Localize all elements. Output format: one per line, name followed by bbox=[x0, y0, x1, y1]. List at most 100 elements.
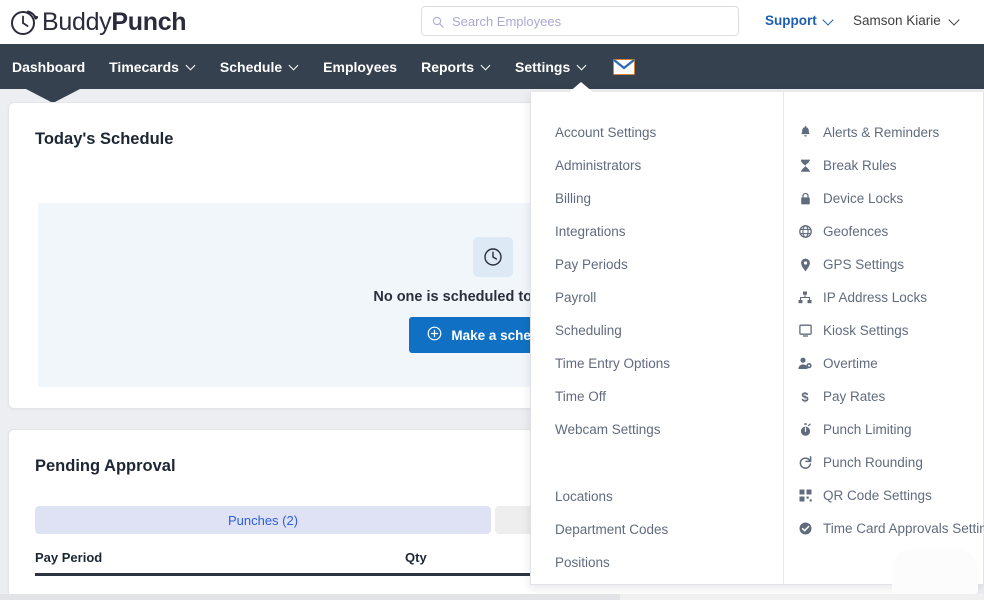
menu-item-positions[interactable]: Positions bbox=[531, 546, 783, 579]
menu-label: Time Entry Options bbox=[555, 356, 670, 371]
menu-item-webcam-settings[interactable]: Webcam Settings bbox=[531, 413, 783, 446]
menu-item-payroll[interactable]: Payroll bbox=[531, 281, 783, 314]
nav-item-reports[interactable]: Reports bbox=[409, 44, 503, 89]
nav-label: Reports bbox=[421, 59, 474, 75]
tab-punches[interactable]: Punches (2) bbox=[35, 506, 491, 534]
chevron-down-icon bbox=[824, 16, 833, 25]
nav-item-schedule[interactable]: Schedule bbox=[208, 44, 311, 89]
dollar-icon: $ bbox=[798, 389, 812, 404]
nav-label: Employees bbox=[323, 59, 397, 75]
menu-item-locations[interactable]: Locations bbox=[531, 480, 783, 513]
nav-item-dashboard[interactable]: Dashboard bbox=[0, 44, 97, 89]
menu-item-time-off[interactable]: Time Off bbox=[531, 380, 783, 413]
tab-punches-label: Punches (2) bbox=[228, 513, 298, 528]
menu-label: Punch Limiting bbox=[823, 422, 912, 437]
user-clock-icon bbox=[798, 356, 812, 371]
map-pin-icon bbox=[798, 257, 812, 272]
globe-icon bbox=[798, 224, 812, 239]
brand-name: BuddyPunch bbox=[42, 8, 186, 37]
menu-label: GPS Settings bbox=[823, 257, 904, 272]
menu-label: Device Locks bbox=[823, 191, 903, 206]
search-placeholder: Search Employees bbox=[452, 14, 561, 29]
qr-code-icon bbox=[798, 488, 812, 503]
clock-icon bbox=[10, 8, 38, 36]
menu-item-scheduling[interactable]: Scheduling bbox=[531, 314, 783, 347]
menu-item-time-card-approvals-settings[interactable]: Time Card Approvals Settings bbox=[784, 512, 983, 545]
chevron-down-icon bbox=[578, 62, 587, 71]
chevron-down-icon bbox=[950, 16, 959, 25]
menu-item-kiosk-settings[interactable]: Kiosk Settings bbox=[784, 314, 983, 347]
menu-item-integrations[interactable]: Integrations bbox=[531, 215, 783, 248]
plus-circle-icon bbox=[427, 326, 442, 344]
nav-item-messages[interactable] bbox=[599, 44, 649, 89]
support-menu[interactable]: Support bbox=[765, 13, 833, 28]
menu-label: Account Settings bbox=[555, 125, 656, 140]
menu-item-billing[interactable]: Billing bbox=[531, 182, 783, 215]
support-label: Support bbox=[765, 13, 817, 28]
menu-label: Billing bbox=[555, 191, 591, 206]
user-menu[interactable]: Samson Kiarie bbox=[853, 13, 959, 28]
menu-item-overtime[interactable]: Overtime bbox=[784, 347, 983, 380]
menu-label: Department Codes bbox=[555, 522, 668, 537]
nav-item-employees[interactable]: Employees bbox=[311, 44, 409, 89]
menu-label: Overtime bbox=[823, 356, 878, 371]
user-name-label: Samson Kiarie bbox=[853, 13, 941, 28]
chat-widget[interactable] bbox=[892, 548, 978, 594]
menu-item-break-rules[interactable]: Break Rules bbox=[784, 149, 983, 182]
search-input[interactable]: Search Employees bbox=[421, 6, 739, 36]
menu-label: Alerts & Reminders bbox=[823, 125, 939, 140]
lock-icon bbox=[798, 191, 812, 206]
top-header: BuddyPunch Search Employees Support Sams… bbox=[0, 0, 984, 44]
menu-label: Geofences bbox=[823, 224, 888, 239]
menu-item-pay-rates[interactable]: $ Pay Rates bbox=[784, 380, 983, 413]
menu-item-administrators[interactable]: Administrators bbox=[531, 149, 783, 182]
brand-name-bold: Punch bbox=[111, 8, 186, 36]
menu-item-department-codes[interactable]: Department Codes bbox=[531, 513, 783, 546]
settings-dropdown-menu: Account Settings Administrators Billing … bbox=[530, 92, 984, 585]
dropdown-pointer bbox=[568, 82, 594, 93]
menu-label: Integrations bbox=[555, 224, 626, 239]
brand-logo[interactable]: BuddyPunch bbox=[10, 8, 186, 37]
menu-item-pay-periods[interactable]: Pay Periods bbox=[531, 248, 783, 281]
menu-label: Time Off bbox=[555, 389, 606, 404]
nav-label: Timecards bbox=[109, 59, 179, 75]
menu-item-account-settings[interactable]: Account Settings bbox=[531, 116, 783, 149]
menu-label: Payroll bbox=[555, 290, 596, 305]
nav-label: Settings bbox=[515, 59, 570, 75]
menu-item-alerts-reminders[interactable]: Alerts & Reminders bbox=[784, 116, 983, 149]
menu-item-punch-limiting[interactable]: Punch Limiting bbox=[784, 413, 983, 446]
bell-icon bbox=[798, 125, 812, 140]
search-icon bbox=[432, 15, 444, 27]
menu-item-time-entry-options[interactable]: Time Entry Options bbox=[531, 347, 783, 380]
stopwatch-icon bbox=[798, 422, 812, 437]
monitor-icon bbox=[798, 323, 812, 338]
menu-item-punch-rounding[interactable]: Punch Rounding bbox=[784, 446, 983, 479]
chevron-down-icon bbox=[482, 62, 491, 71]
menu-label: QR Code Settings bbox=[823, 488, 932, 503]
redo-icon bbox=[798, 455, 812, 470]
menu-label: Pay Rates bbox=[823, 389, 885, 404]
menu-item-qr-code-settings[interactable]: QR Code Settings bbox=[784, 479, 983, 512]
svg-text:$: $ bbox=[801, 390, 809, 404]
clock-icon bbox=[473, 237, 513, 277]
horizontal-scrollbar[interactable] bbox=[0, 594, 984, 600]
check-circle-icon bbox=[798, 521, 812, 536]
menu-label: Locations bbox=[555, 489, 613, 504]
menu-item-gps-settings[interactable]: GPS Settings bbox=[784, 248, 983, 281]
menu-group-divider bbox=[531, 446, 783, 480]
hourglass-icon bbox=[798, 158, 812, 173]
settings-dropdown-right-column: Alerts & Reminders Break Rules Device Lo… bbox=[783, 92, 983, 584]
nav-item-timecards[interactable]: Timecards bbox=[97, 44, 208, 89]
sitemap-icon bbox=[798, 290, 812, 305]
menu-item-ip-address-locks[interactable]: IP Address Locks bbox=[784, 281, 983, 314]
menu-label: Administrators bbox=[555, 158, 641, 173]
nav-label: Dashboard bbox=[12, 59, 85, 75]
menu-label: Pay Periods bbox=[555, 257, 628, 272]
scrollbar-thumb[interactable] bbox=[0, 594, 620, 600]
chevron-down-icon bbox=[187, 62, 196, 71]
menu-label: Break Rules bbox=[823, 158, 897, 173]
menu-item-device-locks[interactable]: Device Locks bbox=[784, 182, 983, 215]
menu-label: Webcam Settings bbox=[555, 422, 661, 437]
menu-label: Scheduling bbox=[555, 323, 622, 338]
menu-item-geofences[interactable]: Geofences bbox=[784, 215, 983, 248]
